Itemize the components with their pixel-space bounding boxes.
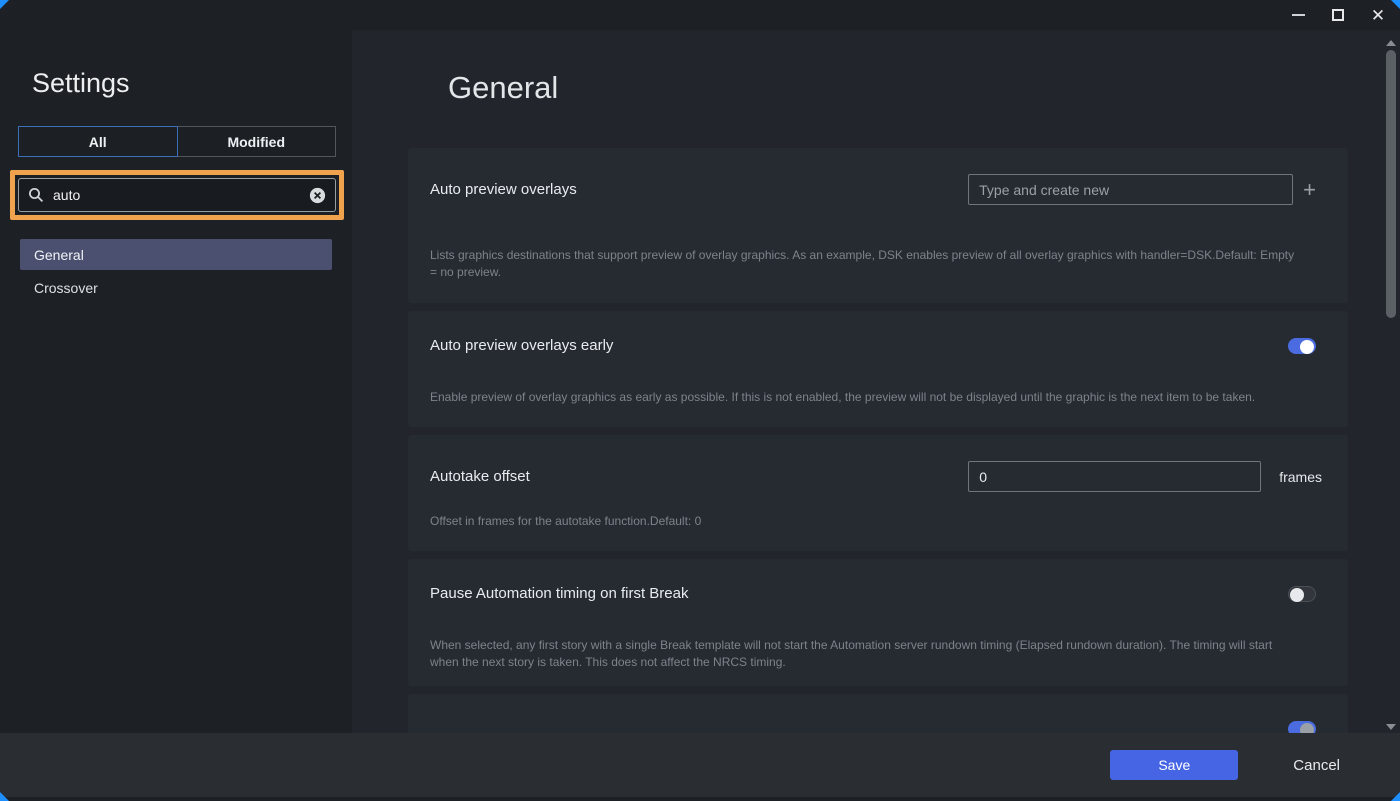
auto-preview-overlays-input[interactable] <box>968 174 1293 205</box>
scrollbar-thumb[interactable] <box>1386 50 1396 318</box>
settings-cards: Auto preview overlays + Lists graphics d… <box>408 148 1348 733</box>
setting-description: Offset in frames for the autotake functi… <box>430 513 1298 530</box>
sidebar-item-general-label: General <box>34 247 84 263</box>
footer-bar: Save Cancel <box>0 733 1400 797</box>
toggle-knob <box>1290 588 1304 602</box>
setting-card-auto-preview-overlays-early: Auto preview overlays early Enable previ… <box>408 311 1348 427</box>
main-panel: General Auto preview overlays + Lists gr… <box>352 30 1400 733</box>
setting-card-clipped <box>408 694 1348 733</box>
filter-tab-modified-label: Modified <box>227 134 285 150</box>
setting-label: Autotake offset <box>430 468 530 485</box>
setting-card-pause-automation-timing: Pause Automation timing on first Break W… <box>408 559 1348 686</box>
setting-label: Auto preview overlays <box>430 181 577 198</box>
sidebar-item-crossover-label: Crossover <box>34 280 98 296</box>
window-controls: ✕ <box>1290 0 1386 30</box>
unit-label: frames <box>1279 469 1322 485</box>
sidebar-item-general[interactable]: General <box>20 239 332 270</box>
setting-label: Pause Automation timing on first Break <box>430 585 688 602</box>
sidebar-title: Settings <box>32 68 352 99</box>
autotake-offset-input[interactable] <box>968 461 1261 492</box>
clipped-setting-toggle[interactable] <box>1288 721 1316 733</box>
maximize-button[interactable] <box>1330 7 1346 23</box>
save-button[interactable]: Save <box>1110 750 1238 780</box>
filter-tab-modified[interactable]: Modified <box>177 126 337 157</box>
clear-search-button[interactable] <box>309 187 326 204</box>
add-item-button[interactable]: + <box>1303 179 1316 201</box>
search-icon <box>28 187 44 203</box>
scroll-down-button[interactable] <box>1386 724 1396 730</box>
setting-card-autotake-offset: Autotake offset frames Offset in frames … <box>408 435 1348 551</box>
search-highlight-frame <box>10 170 344 220</box>
filter-tab-all-label: All <box>89 134 107 150</box>
setting-description: Lists graphics destinations that support… <box>430 247 1298 281</box>
setting-label: Auto preview overlays early <box>430 337 613 354</box>
setting-description: When selected, any first story with a si… <box>430 637 1298 671</box>
page-title: General <box>448 70 558 106</box>
auto-preview-overlays-early-toggle[interactable] <box>1288 338 1316 354</box>
minimize-button[interactable] <box>1290 7 1306 23</box>
maximize-icon <box>1332 9 1344 21</box>
clear-search-icon <box>309 187 326 204</box>
search-box <box>18 178 336 212</box>
setting-card-auto-preview-overlays: Auto preview overlays + Lists graphics d… <box>408 148 1348 303</box>
scroll-up-button[interactable] <box>1386 40 1396 46</box>
plus-icon: + <box>1303 177 1316 202</box>
minimize-icon <box>1292 14 1305 16</box>
settings-sidebar: Settings All Modified Gen <box>0 30 352 733</box>
filter-tab-all[interactable]: All <box>18 126 178 157</box>
toggle-knob <box>1300 723 1314 733</box>
search-input[interactable] <box>53 187 309 203</box>
filter-tabs: All Modified <box>18 126 336 157</box>
cancel-button[interactable]: Cancel <box>1293 757 1340 774</box>
close-icon: ✕ <box>1371 7 1385 24</box>
sidebar-item-crossover[interactable]: Crossover <box>20 272 332 303</box>
setting-description: Enable preview of overlay graphics as ea… <box>430 389 1298 406</box>
toggle-knob <box>1300 340 1314 354</box>
window-titlebar: ✕ <box>0 0 1400 30</box>
sidebar-nav-list: General Crossover <box>20 239 332 303</box>
pause-automation-timing-toggle[interactable] <box>1288 586 1316 602</box>
close-button[interactable]: ✕ <box>1370 7 1386 23</box>
